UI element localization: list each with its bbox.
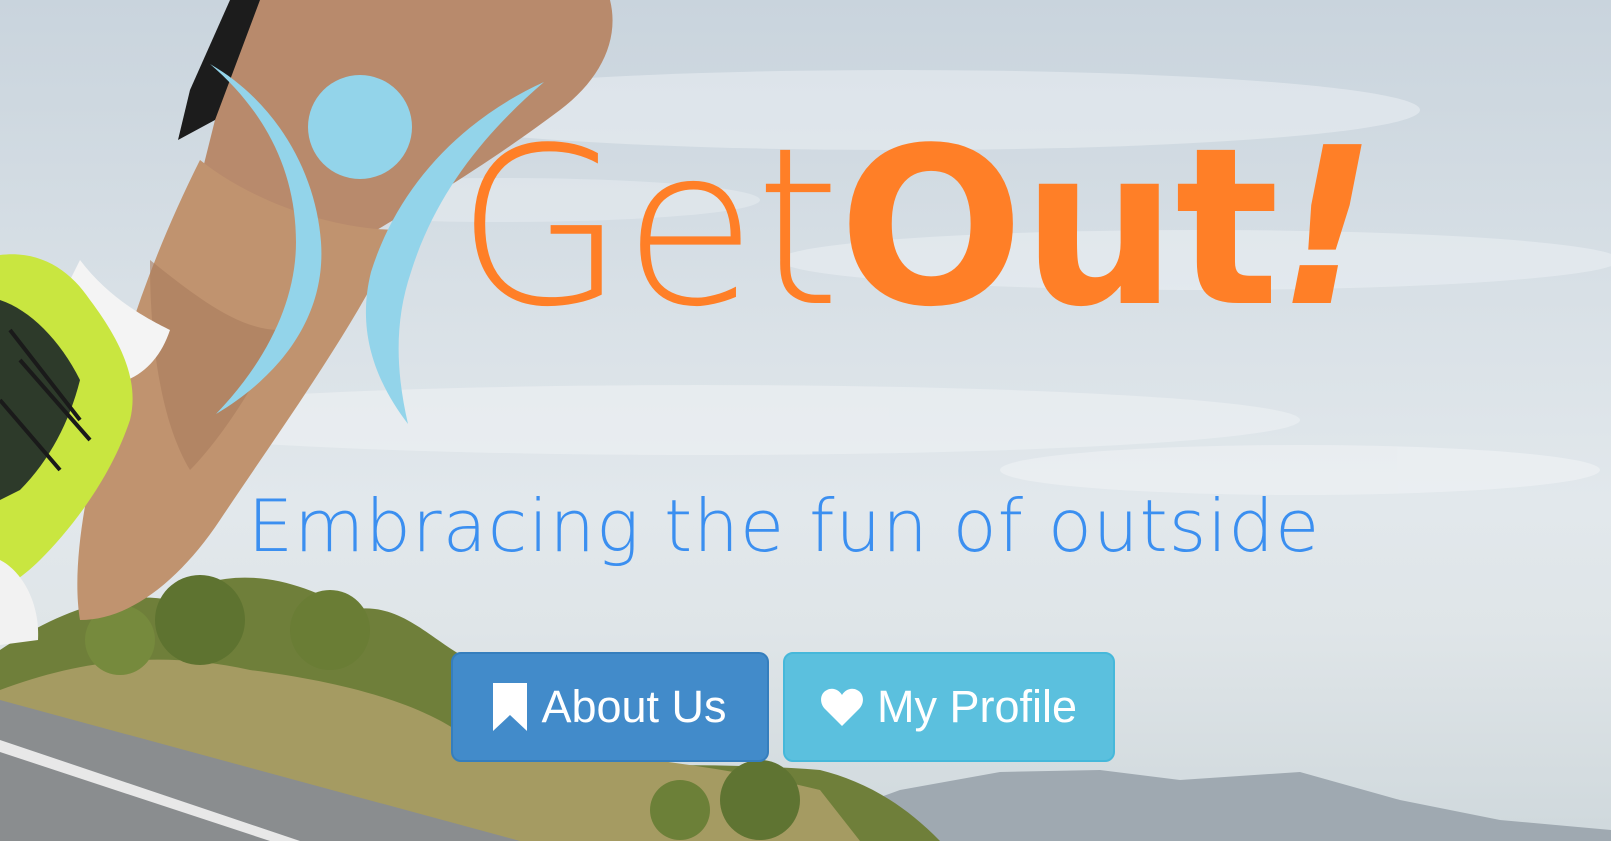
hero-background: GetOut! Embracing the fun of outside Abo… — [0, 0, 1611, 841]
about-us-button[interactable]: About Us — [451, 652, 769, 762]
hero-buttons: About Us My Profile — [451, 652, 1115, 762]
my-profile-button[interactable]: My Profile — [783, 652, 1115, 762]
logo-word-bang: ! — [1277, 102, 1376, 355]
bookmark-icon — [493, 683, 528, 731]
heart-icon — [821, 688, 863, 726]
tagline: Embracing the fun of outside — [247, 484, 1321, 568]
my-profile-label: My Profile — [876, 681, 1078, 732]
logo-word-get: Get — [456, 102, 841, 355]
logo-word-out: Out — [838, 102, 1280, 355]
logo-wordmark: GetOut! — [456, 120, 1377, 338]
about-us-label: About Us — [541, 681, 727, 732]
